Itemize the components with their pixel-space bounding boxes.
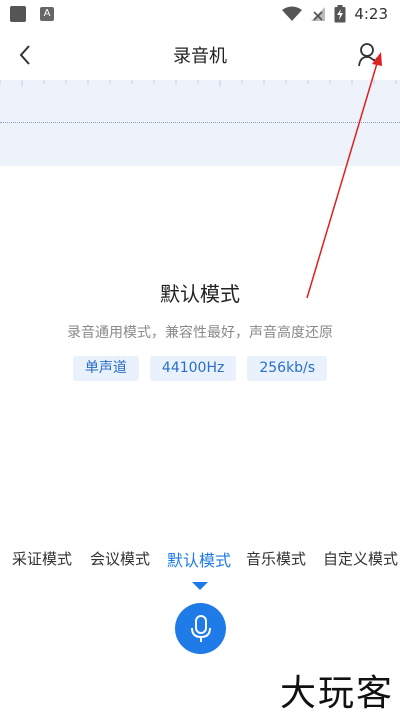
mode-tabs: 采证模式 会议模式 默认模式 音乐模式 自定义模式 [0,548,400,578]
time-ruler [0,80,397,87]
app-notification-icon [10,6,26,22]
tag-sample-rate: 44100Hz [149,356,237,381]
sound-output-button[interactable] [356,40,386,70]
tag-channel: 单声道 [72,356,139,381]
tag-bitrate: 256kb/s [247,356,328,381]
active-tab-indicator [192,582,208,590]
battery-charging-icon [334,5,346,23]
wifi-icon [282,6,303,21]
tab-music-mode[interactable]: 音乐模式 [246,548,306,569]
tab-evidence-mode[interactable]: 采证模式 [12,548,72,569]
record-button[interactable] [175,603,226,654]
a-icon: A [40,7,54,21]
tab-custom-mode[interactable]: 自定义模式 [323,548,398,569]
watermark-logo: 大玩客 [279,673,394,714]
mode-tags: 单声道 44100Hz 256kb/s [0,356,400,381]
mode-title: 默认模式 [160,282,240,306]
microphone-icon [190,614,211,642]
no-signal-icon [311,7,326,21]
mode-description: 录音通用模式，兼容性最好，声音高度还原 [67,325,333,341]
status-time: 4:23 [354,5,388,23]
tab-meeting-mode[interactable]: 会议模式 [90,548,150,569]
tab-default-mode[interactable]: 默认模式 [167,547,231,571]
app-header: 录音机 [0,30,400,80]
sound-output-icon [358,43,382,67]
waveform-baseline [0,122,400,123]
waveform-area [0,80,400,166]
status-bar: A 4:23 [0,0,400,30]
page-title: 录音机 [173,46,227,67]
